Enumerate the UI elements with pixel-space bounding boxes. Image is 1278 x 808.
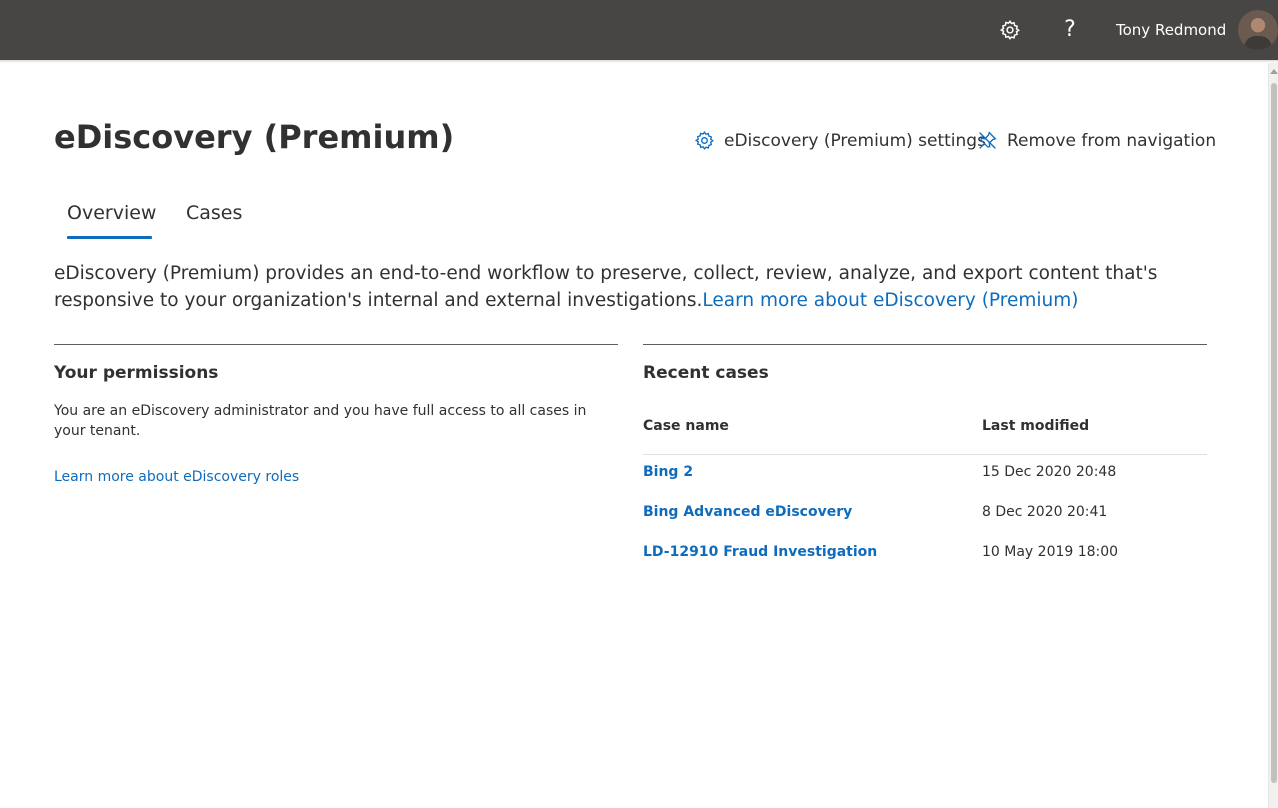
case-link[interactable]: LD-12910 Fraud Investigation <box>643 544 877 560</box>
column-header-case-name: Case name <box>643 418 729 434</box>
column-header-last-modified: Last modified <box>982 418 1090 434</box>
suite-header: ? Tony Redmond <box>0 0 1278 60</box>
permissions-title: Your permissions <box>54 363 219 383</box>
learn-more-roles-link[interactable]: Learn more about eDiscovery roles <box>54 469 299 485</box>
unpin-icon <box>979 131 997 149</box>
case-last-modified: 15 Dec 2020 20:48 <box>982 464 1117 480</box>
page-title: eDiscovery (Premium) <box>54 118 455 156</box>
permissions-text: You are an eDiscovery administrator and … <box>54 403 587 439</box>
tab-cases[interactable]: Cases <box>186 202 242 224</box>
tab-selected-indicator <box>67 236 152 239</box>
recent-cases-divider <box>643 344 1207 345</box>
avatar[interactable] <box>1238 10 1278 50</box>
tab-overview[interactable]: Overview <box>67 202 156 224</box>
gear-icon <box>694 131 714 150</box>
remove-from-navigation-label: Remove from navigation <box>1007 130 1217 151</box>
user-name[interactable]: Tony Redmond <box>1116 21 1226 39</box>
gear-icon[interactable] <box>994 14 1026 46</box>
case-last-modified: 8 Dec 2020 20:41 <box>982 504 1108 520</box>
case-link[interactable]: Bing 2 <box>643 464 693 480</box>
learn-more-premium-link[interactable]: Learn more about eDiscovery (Premium) <box>702 290 1078 311</box>
table-row: Bing Advanced eDiscovery 8 Dec 2020 20:4… <box>643 504 1207 526</box>
case-link[interactable]: Bing Advanced eDiscovery <box>643 504 852 520</box>
avatar-figure <box>1244 36 1272 50</box>
scrollbar[interactable] <box>1268 63 1278 808</box>
table-row: Bing 2 15 Dec 2020 20:48 <box>643 464 1207 486</box>
remove-from-navigation-button[interactable]: Remove from navigation <box>977 130 1216 151</box>
permissions-divider <box>54 344 618 345</box>
scrollbar-thumb[interactable] <box>1271 83 1277 783</box>
table-row: LD-12910 Fraud Investigation 10 May 2019… <box>643 544 1207 566</box>
settings-button[interactable]: eDiscovery (Premium) settings <box>694 130 986 151</box>
settings-button-label: eDiscovery (Premium) settings <box>724 130 986 151</box>
scroll-up-icon[interactable] <box>1270 69 1278 74</box>
header-shadow <box>0 60 1278 63</box>
page-description: eDiscovery (Premium) provides an end-to-… <box>54 260 1214 314</box>
recent-cases-title: Recent cases <box>643 363 769 383</box>
question-icon: ? <box>1064 17 1076 42</box>
table-header-divider <box>643 454 1207 455</box>
case-last-modified: 10 May 2019 18:00 <box>982 544 1119 560</box>
help-icon[interactable]: ? <box>1054 14 1086 46</box>
